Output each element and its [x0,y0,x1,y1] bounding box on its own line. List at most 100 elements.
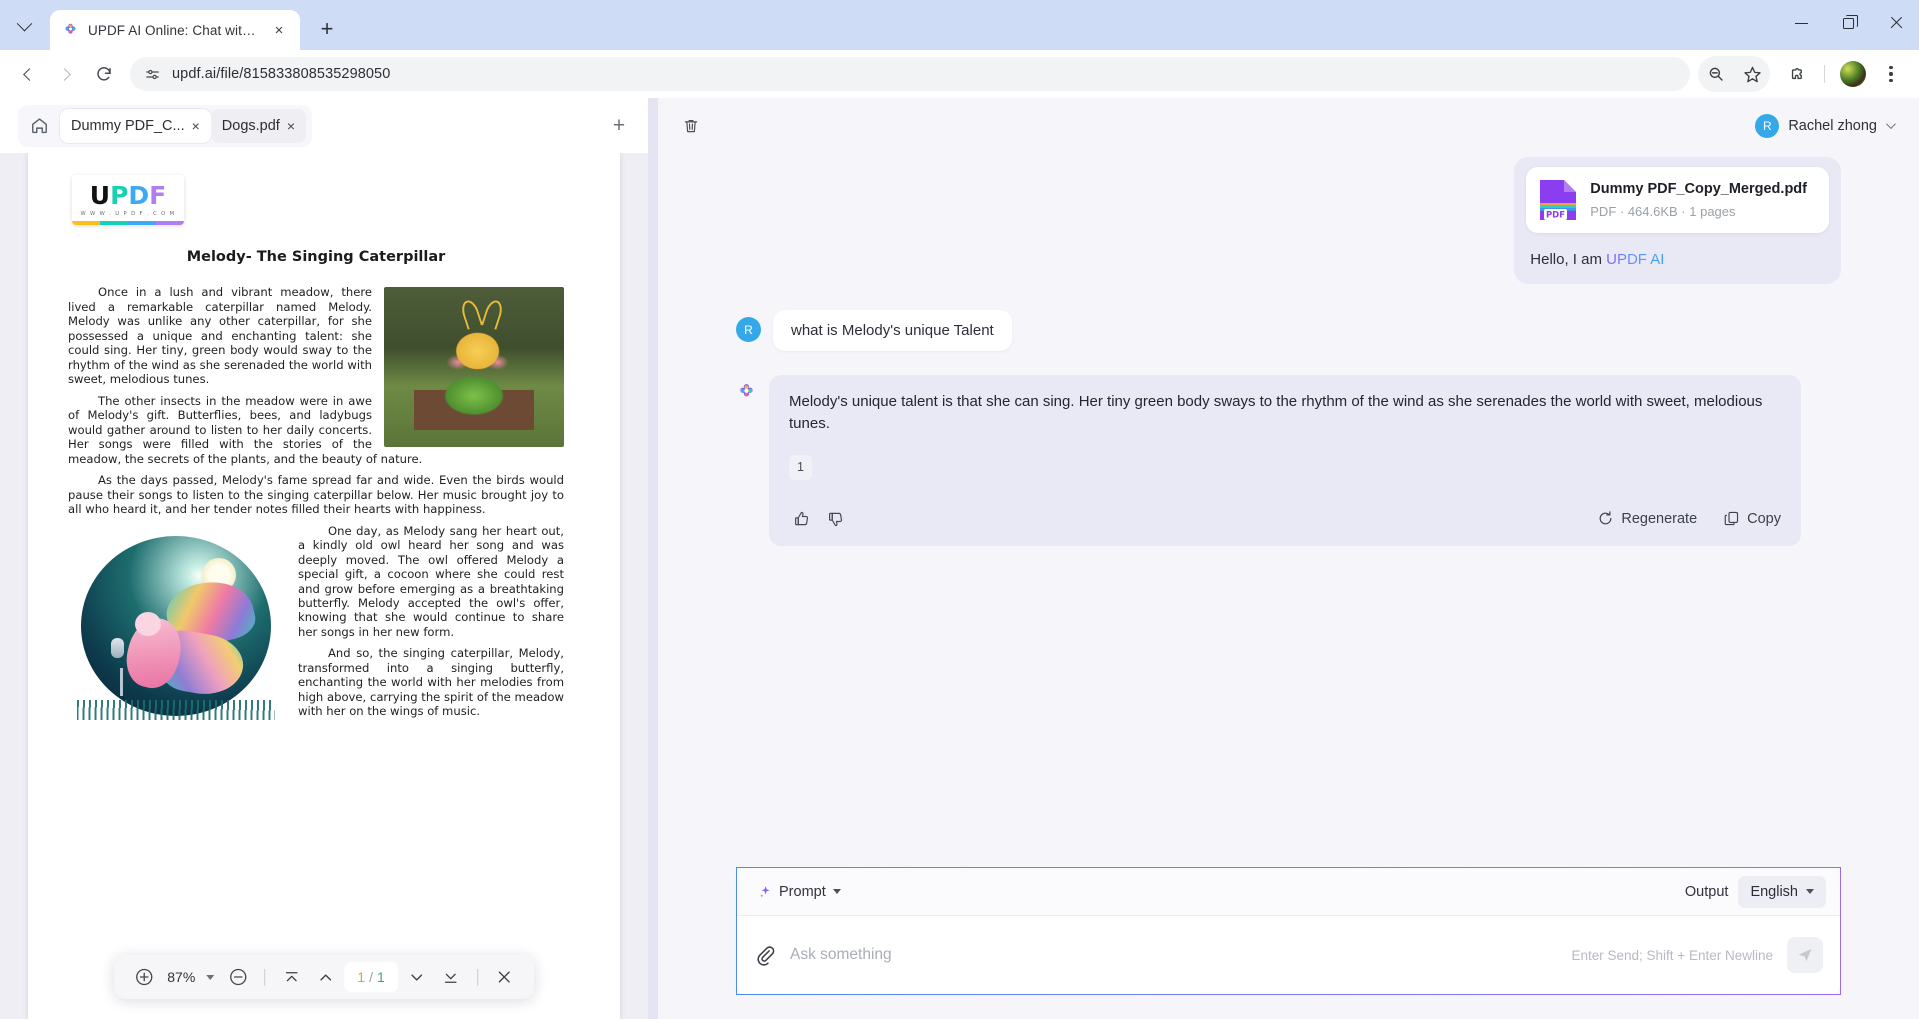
pdf-tab-dummy[interactable]: Dummy PDF_C... × [60,109,211,143]
paperclip-icon [754,944,776,966]
updf-ai-brand-label: UPDF AI [1606,251,1664,268]
thumbs-up-icon [793,510,811,528]
prompt-dropdown-button[interactable]: Prompt [751,879,848,905]
updf-logo: U P D F W W W . U P D F . C O M [72,175,184,225]
user-message-row: R what is Melody's unique Talent [736,310,1841,351]
close-window-button[interactable] [1872,0,1919,46]
browser-tab-title: UPDF AI Online: Chat with PDF [88,23,259,38]
minimize-button[interactable] [1778,0,1825,46]
home-button[interactable] [24,111,54,141]
intro-message-row: PDF Dummy PDF_Copy_Merged.pdf PDF · 464.… [736,157,1841,284]
attach-file-button[interactable] [754,944,776,966]
svg-text:PDF: PDF [1546,211,1565,221]
assistant-actions: Regenerate Copy [789,506,1781,532]
profile-button[interactable] [1835,56,1871,92]
trash-icon [682,117,700,135]
output-label: Output [1685,884,1729,900]
updf-logo-word: U P D F [90,183,166,208]
updf-ai-flower-icon [736,382,757,403]
chat-composer: Prompt Output English [736,867,1841,995]
bookmark-button[interactable] [1734,56,1770,92]
maximize-icon [1843,18,1854,29]
last-page-button[interactable] [435,962,466,993]
browser-menu-button[interactable] [1873,56,1909,92]
logo-letter-u: U [90,183,110,208]
chevron-down-icon [1806,889,1814,894]
updf-logo-colorbar [72,221,184,225]
zoom-dropdown-icon[interactable] [206,975,214,980]
thumbs-up-button[interactable] [789,506,815,532]
ask-something-input[interactable] [790,946,1558,964]
browser-window: UPDF AI Online: Chat with PDF × + updf.a… [0,0,1919,1019]
panel-splitter[interactable] [648,98,658,1019]
intro-greeting-prefix: Hello, I am [1530,251,1606,268]
previous-page-button[interactable] [310,962,341,993]
pdf-add-tab-button[interactable]: + [604,111,634,141]
chevron-down-icon [833,889,841,894]
window-controls [1778,0,1919,46]
updf-logo-url: W W W . U P D F . C O M [80,211,175,217]
zoom-out-icon [228,967,248,987]
first-page-icon [282,968,301,987]
prompt-label: Prompt [779,884,826,900]
pdf-panel: Dummy PDF_C... × Dogs.pdf × + U P [0,98,648,1019]
chevron-down-icon [16,15,32,31]
page-separator: / [369,969,373,985]
send-button[interactable] [1787,937,1823,973]
pdf-tab-close[interactable]: × [192,119,200,133]
delete-chat-button[interactable] [676,111,706,141]
zoom-out-button[interactable] [222,962,253,993]
pdf-tab-label: Dogs.pdf [222,118,280,134]
pdf-toolbar: 87% [114,955,534,999]
first-page-button[interactable] [276,962,307,993]
page-indicator[interactable]: 1 / 1 [344,962,397,992]
pdf-tab-close[interactable]: × [287,119,295,133]
pdf-tab-dogs[interactable]: Dogs.pdf × [211,109,306,143]
composer-toolbar: Prompt Output English [737,868,1840,916]
butterfly-illustration [68,530,284,730]
pdf-viewport[interactable]: U P D F W W W . U P D F . C O M Melody- … [0,153,648,1019]
pdf-tab-label: Dummy PDF_C... [71,118,185,134]
extensions-button[interactable] [1778,56,1814,92]
minimize-icon [1795,23,1808,24]
maximize-button[interactable] [1825,0,1872,46]
next-page-button[interactable] [401,962,432,993]
avatar: R [736,317,761,342]
thumbs-down-button[interactable] [823,506,849,532]
send-icon [1796,946,1814,964]
user-account-menu[interactable]: R Rachel zhong [1755,114,1893,138]
regenerate-icon [1597,510,1614,527]
output-language-select[interactable]: English [1738,876,1826,908]
browser-toolbar: updf.ai/file/815833808535298050 [0,50,1919,98]
pdf-file-icon: PDF [1538,178,1578,222]
tab-close-button[interactable]: × [268,19,290,41]
tab-search-button[interactable] [6,8,42,44]
assistant-message-text: Melody's unique talent is that she can s… [789,391,1781,435]
copy-label: Copy [1747,511,1781,527]
composer-wrap: Prompt Output English [658,867,1919,1019]
total-page-count: 1 [377,969,385,985]
zoom-level-label[interactable]: 87% [162,969,200,985]
sparkle-icon [758,885,772,899]
new-tab-button[interactable]: + [310,12,344,46]
intro-greeting: Hello, I am UPDF AI [1526,251,1829,268]
reload-button[interactable] [86,56,122,92]
chat-messages-scroll[interactable]: PDF Dummy PDF_Copy_Merged.pdf PDF · 464.… [658,153,1919,867]
attached-file-card[interactable]: PDF Dummy PDF_Copy_Merged.pdf PDF · 464.… [1526,167,1829,233]
updf-flower-icon [62,22,79,39]
microphone-shape [111,638,124,658]
regenerate-button[interactable]: Regenerate [1597,510,1697,527]
close-pdf-button[interactable] [489,962,520,993]
browser-tab[interactable]: UPDF AI Online: Chat with PDF × [50,10,300,50]
address-bar[interactable]: updf.ai/file/815833808535298050 [130,57,1690,91]
zoom-in-button[interactable] [128,962,159,993]
toolbar-divider [477,969,478,986]
copy-button[interactable]: Copy [1723,510,1781,527]
search-icon [1707,65,1725,83]
back-button[interactable] [10,56,46,92]
search-button[interactable] [1698,56,1734,92]
forward-button[interactable] [48,56,84,92]
star-icon [1743,65,1762,84]
citation-badge[interactable]: 1 [789,455,812,480]
thumbs-down-icon [827,510,845,528]
